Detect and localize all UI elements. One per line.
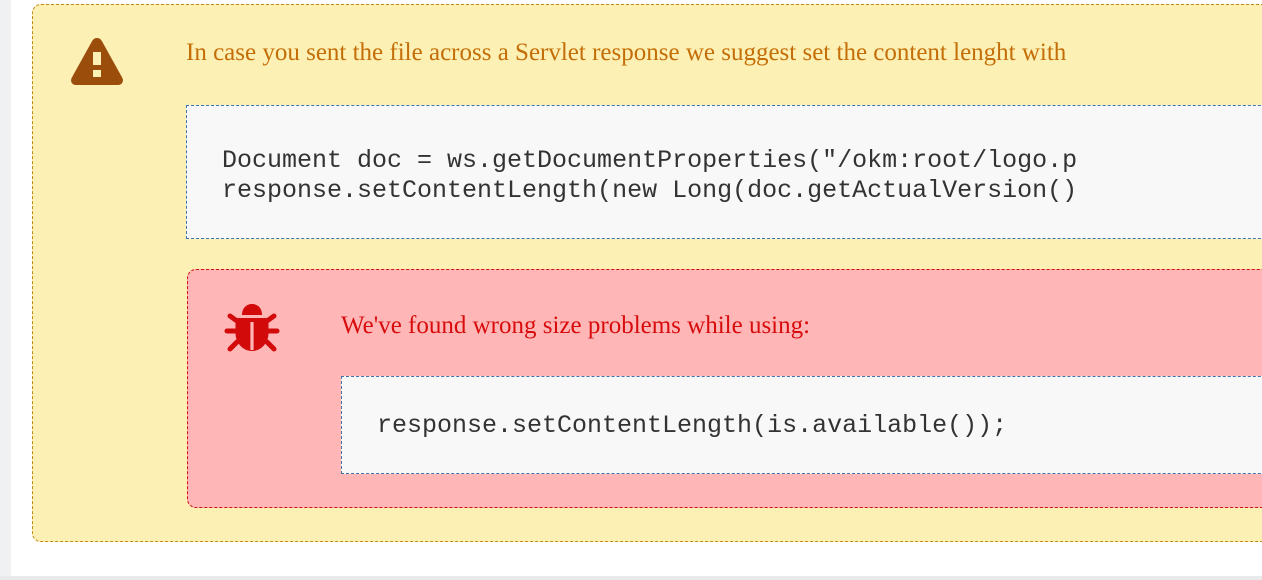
page-bottom-border [0, 576, 1262, 580]
code-line: Document doc = ws.getDocumentProperties(… [222, 146, 1078, 175]
bug-callout: We've found wrong size problems while us… [187, 269, 1262, 508]
warning-triangle-icon [71, 38, 123, 85]
code-line: response.setContentLength(new Long(doc.g… [222, 176, 1078, 205]
bug-code-block: response.setContentLength(is.available()… [341, 376, 1262, 474]
bug-icon [224, 304, 280, 352]
code-line: response.setContentLength(is.available()… [377, 411, 1008, 440]
warning-message: In case you sent the file across a Servl… [186, 39, 1067, 66]
code-block: Document doc = ws.getDocumentProperties(… [186, 105, 1262, 239]
bug-message: We've found wrong size problems while us… [341, 312, 811, 339]
page-content: In case you sent the file across a Servl… [11, 0, 1262, 576]
warning-callout: In case you sent the file across a Servl… [32, 4, 1262, 542]
